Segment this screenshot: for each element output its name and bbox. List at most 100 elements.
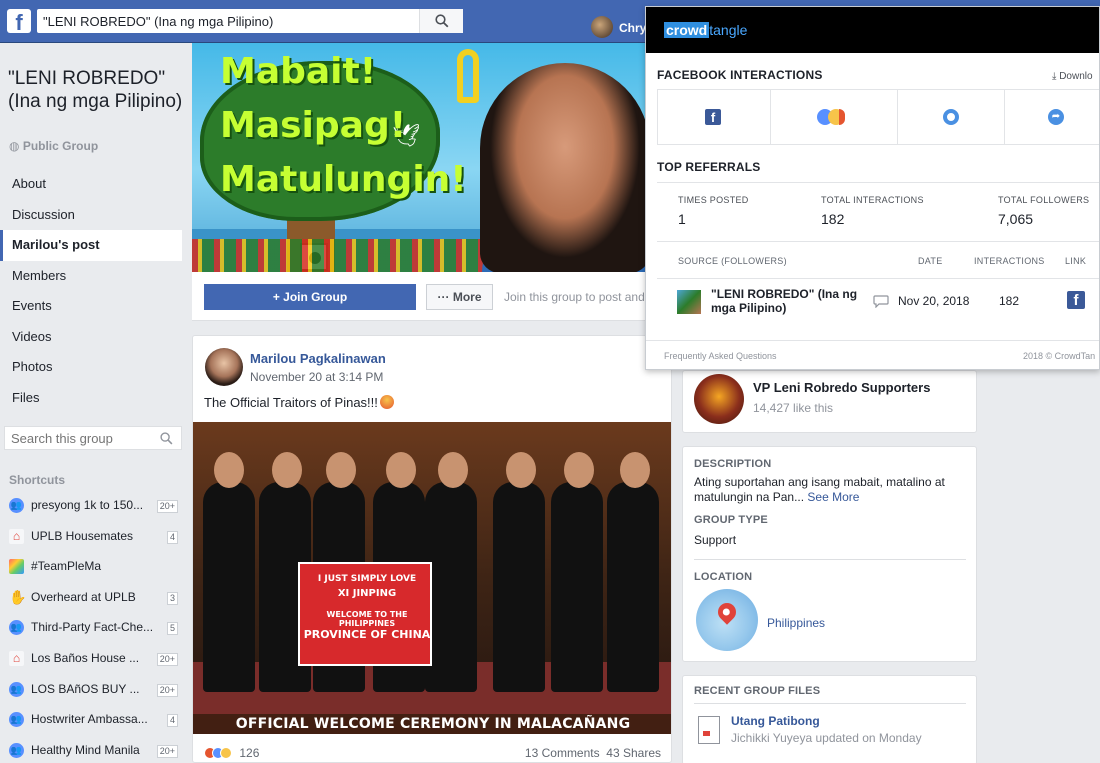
group-cover-photo[interactable]: 🕊 Mabait! Masipag! Matulungin! bbox=[192, 43, 672, 272]
top-referrals-heading: TOP REFERRALS bbox=[657, 160, 761, 174]
post-author-name[interactable]: Marilou Pagkalinawan bbox=[250, 351, 386, 366]
facebook-link-icon[interactable]: f bbox=[1067, 291, 1085, 309]
location-map[interactable] bbox=[696, 589, 758, 651]
left-sidebar: "LENI ROBREDO" (Ina ng mga Pilipino) ◍ P… bbox=[0, 43, 192, 763]
shortcut-item[interactable]: ✋ Overheard at UPLB 3 bbox=[0, 584, 185, 615]
nav-events[interactable]: Events bbox=[0, 291, 182, 322]
group-search-input[interactable] bbox=[5, 427, 150, 449]
global-search-input[interactable] bbox=[37, 9, 417, 33]
search-button[interactable] bbox=[419, 9, 463, 33]
download-label: Downlo bbox=[1059, 71, 1093, 82]
cover-text-line: Masipag! bbox=[220, 105, 407, 146]
logo-part: crowd bbox=[664, 22, 710, 38]
photo-person bbox=[493, 482, 545, 692]
post-author-avatar[interactable] bbox=[205, 348, 243, 386]
source-name[interactable]: "LENI ROBREDO" (Ina ng mga Pilipino) bbox=[711, 287, 861, 315]
tab-reactions[interactable] bbox=[771, 90, 898, 144]
divider bbox=[657, 241, 1099, 242]
shortcut-item[interactable]: 👥 Third-Party Fact-Che... 5 bbox=[0, 614, 185, 645]
shortcut-item[interactable]: #TeamPleMa bbox=[0, 553, 185, 584]
total-interactions-value: 182 bbox=[821, 211, 845, 227]
related-group-avatar[interactable] bbox=[694, 374, 744, 424]
divider bbox=[657, 278, 1099, 279]
see-more-link[interactable]: See More bbox=[807, 490, 859, 504]
comment-icon[interactable] bbox=[873, 295, 889, 308]
tab-comments[interactable] bbox=[898, 90, 1005, 144]
nav-marilous-post[interactable]: Marilou's post bbox=[0, 230, 182, 261]
photo-person-head bbox=[326, 452, 356, 488]
logo-part: tangle bbox=[709, 22, 748, 38]
tab-shares[interactable]: ➦ bbox=[1005, 90, 1099, 144]
photo-person-head bbox=[620, 452, 650, 488]
faq-link[interactable]: Frequently Asked Questions bbox=[664, 351, 777, 361]
shortcut-item[interactable]: 👥 Healthy Mind Manila 20+ bbox=[0, 737, 185, 763]
shortcut-label: presyong 1k to 150... bbox=[31, 498, 144, 512]
total-followers-value: 7,065 bbox=[998, 211, 1034, 227]
haha-reaction-icon bbox=[220, 746, 232, 759]
nav-videos[interactable]: Videos bbox=[0, 322, 182, 353]
related-group-name[interactable]: VP Leni Robredo Supporters bbox=[753, 380, 930, 395]
group-icon: 👥 bbox=[9, 742, 24, 758]
shortcut-label: LOS BAñOS BUY ... bbox=[31, 681, 140, 696]
shares-count[interactable]: 43 Shares bbox=[606, 746, 661, 760]
tab-facebook[interactable]: f bbox=[658, 90, 771, 144]
shortcut-label: UPLB Housemates bbox=[31, 528, 134, 543]
crowdtangle-header: crowd tangle bbox=[646, 7, 1099, 53]
comments-count[interactable]: 13 Comments bbox=[525, 746, 600, 760]
col-date: DATE bbox=[918, 256, 943, 266]
join-group-button[interactable]: + Join Group bbox=[204, 284, 416, 310]
post-text-content: The Official Traitors of Pinas!!! bbox=[204, 395, 378, 410]
source-avatar bbox=[677, 290, 701, 314]
location-value[interactable]: Philippines bbox=[767, 616, 825, 630]
post-card: Marilou Pagkalinawan November 20 at 3:14… bbox=[192, 335, 672, 763]
copyright: 2018 © CrowdTan bbox=[1023, 351, 1096, 361]
group-search bbox=[4, 426, 182, 450]
nav-about[interactable]: About bbox=[0, 169, 182, 200]
shortcut-item[interactable]: ⌂ UPLB Housemates 4 bbox=[0, 523, 185, 554]
nav-discussion[interactable]: Discussion bbox=[0, 200, 182, 231]
group-type-label: Public Group bbox=[22, 139, 99, 153]
shortcut-item[interactable]: ⌂ Los Baños House ... 20+ bbox=[0, 645, 185, 676]
referral-date: Nov 20, 2018 bbox=[898, 294, 970, 308]
shortcut-item[interactable]: 👥 presyong 1k to 150... 20+ bbox=[0, 492, 185, 523]
photo-person-head bbox=[438, 452, 468, 488]
globe-icon: ◍ bbox=[9, 139, 23, 153]
post-timestamp[interactable]: November 20 at 3:14 PM bbox=[250, 370, 383, 384]
photo-person-head bbox=[386, 452, 416, 488]
location-heading: LOCATION bbox=[694, 571, 753, 583]
shortcut-badge: 20+ bbox=[156, 683, 178, 697]
rainbow-icon bbox=[9, 559, 24, 575]
recent-files-card: RECENT GROUP FILES Utang Patibong Jichik… bbox=[682, 675, 977, 763]
photo-person-head bbox=[564, 452, 594, 488]
house-icon: ⌂ bbox=[9, 650, 24, 666]
reaction-count: 126 bbox=[239, 745, 260, 760]
nav-photos[interactable]: Photos bbox=[0, 352, 182, 383]
user-name: Chry bbox=[619, 21, 647, 35]
photo-person bbox=[607, 482, 659, 692]
reactions-summary[interactable]: 126 bbox=[204, 745, 259, 760]
col-source: SOURCE (FOLLOWERS) bbox=[678, 256, 787, 266]
description-heading: DESCRIPTION bbox=[694, 458, 772, 470]
group-type-value: Support bbox=[694, 533, 737, 547]
yellow-ribbon-icon bbox=[457, 49, 479, 103]
file-meta: Jichikki Yuyeya updated on Monday bbox=[731, 731, 922, 745]
post-photo[interactable]: I JUST SIMPLY LOVE XI JINPING WELCOME TO… bbox=[193, 422, 671, 734]
shortcut-item[interactable]: 👥 LOS BAñOS BUY ... 20+ bbox=[0, 676, 185, 707]
banner-text: WELCOME TO THE PHILIPPINES bbox=[326, 610, 408, 628]
group-title[interactable]: "LENI ROBREDO" (Ina ng mga Pilipino) bbox=[8, 67, 188, 113]
shortcut-item[interactable]: 👥 Hostwriter Ambassa... 4 bbox=[0, 706, 185, 737]
group-icon: 👥 bbox=[9, 620, 24, 636]
file-name[interactable]: Utang Patibong bbox=[731, 714, 820, 728]
photo-person-head bbox=[214, 452, 244, 488]
nav-files[interactable]: Files bbox=[0, 383, 182, 414]
download-button[interactable]: ⤓ Downlo bbox=[1052, 71, 1093, 82]
more-button[interactable]: ··· More bbox=[426, 284, 493, 310]
facebook-interactions-heading: FACEBOOK INTERACTIONS bbox=[657, 68, 823, 82]
crowdtangle-logo: crowd tangle bbox=[664, 22, 747, 38]
banner-text: PROVINCE OF CHINA bbox=[303, 628, 431, 641]
group-icon: 👥 bbox=[9, 498, 24, 513]
search-icon[interactable] bbox=[160, 432, 173, 445]
facebook-logo-icon[interactable]: f bbox=[7, 9, 31, 33]
post-stats: 13 Comments 43 Shares bbox=[525, 746, 661, 760]
nav-members[interactable]: Members bbox=[0, 261, 182, 292]
